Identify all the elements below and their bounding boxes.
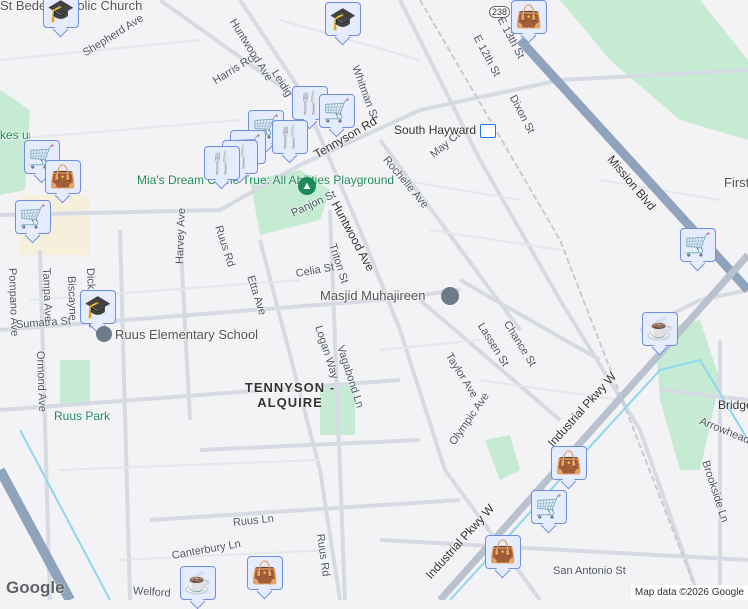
grocery-marker[interactable]: 🛒	[531, 490, 567, 524]
grocery-marker[interactable]: 🛒	[15, 200, 51, 234]
street-label: San Antonio St	[553, 565, 626, 577]
coffee-icon: ☕	[646, 316, 674, 341]
school-marker[interactable]: 🎓	[43, 0, 79, 28]
restaurant-marker[interactable]: 🍴	[204, 146, 240, 180]
shopping-cart-icon: 🛒	[323, 98, 351, 123]
street-label: Harvey Ave	[174, 207, 188, 265]
poi-mosque[interactable]: Masjid Muhajireen	[320, 288, 426, 303]
school-marker[interactable]: 🎓	[325, 2, 361, 36]
school-marker[interactable]: 🎓	[80, 290, 116, 324]
shopping-bag-icon: 👜	[489, 539, 517, 564]
google-logo[interactable]: Google	[6, 578, 65, 598]
school-pin-icon	[96, 326, 112, 342]
shopping-marker[interactable]: 👜	[247, 556, 283, 590]
poi-school[interactable]: Ruus Elementary School	[115, 327, 258, 342]
poi-first[interactable]: First	[724, 175, 748, 190]
street-label: Welford	[132, 585, 172, 600]
tree-icon: ▲	[298, 177, 316, 195]
school-icon: 🎓	[329, 6, 357, 31]
mosque-icon	[441, 287, 459, 305]
grocery-marker[interactable]: 🛒	[319, 94, 355, 128]
shopping-marker[interactable]: 👜	[511, 0, 547, 34]
restaurant-icon: 🍴	[208, 150, 236, 175]
grocery-marker[interactable]: 🛒	[680, 228, 716, 262]
street-label: Bridge	[718, 398, 748, 412]
school-icon: 🎓	[47, 0, 75, 23]
shopping-cart-icon: 🛒	[535, 494, 563, 519]
train-station-icon	[480, 124, 496, 138]
cafe-marker[interactable]: ☕	[642, 312, 678, 346]
street-label: Tampa Ave	[40, 267, 54, 323]
shopping-bag-icon: 👜	[515, 4, 543, 29]
coffee-icon: ☕	[184, 570, 212, 595]
shopping-marker[interactable]: 👜	[485, 535, 521, 569]
poi-park[interactable]: Ruus Park	[54, 409, 110, 423]
map-attribution[interactable]: Map data ©2026 Google	[630, 585, 748, 600]
shopping-marker[interactable]: 👜	[551, 446, 587, 480]
shopping-bag-icon: 👜	[251, 560, 279, 585]
restaurant-marker[interactable]: 🍴	[272, 120, 308, 154]
ruus-park	[60, 360, 90, 405]
restaurant-icon: 🍴	[276, 124, 304, 149]
cafe-marker[interactable]: ☕	[180, 566, 216, 600]
poi-station[interactable]: South Hayward	[394, 123, 476, 137]
park-area	[485, 435, 520, 480]
street-label: Ormond Ave	[34, 350, 49, 413]
poi-playground[interactable]: Mia's Dream Come True: All Abilities Pla…	[137, 173, 394, 187]
shopping-cart-icon: 🛒	[19, 204, 47, 229]
shopping-bag-icon: 👜	[49, 164, 77, 189]
shopping-marker[interactable]: 👜	[45, 160, 81, 194]
route-shield: 238	[489, 6, 511, 18]
shopping-cart-icon: 🛒	[684, 232, 712, 257]
street-label: Biscayne	[65, 275, 79, 321]
neighborhood-label: TENNYSON - ALQUIRE	[244, 380, 336, 410]
school-icon: 🎓	[84, 294, 112, 319]
shopping-bag-icon: 👜	[555, 450, 583, 475]
